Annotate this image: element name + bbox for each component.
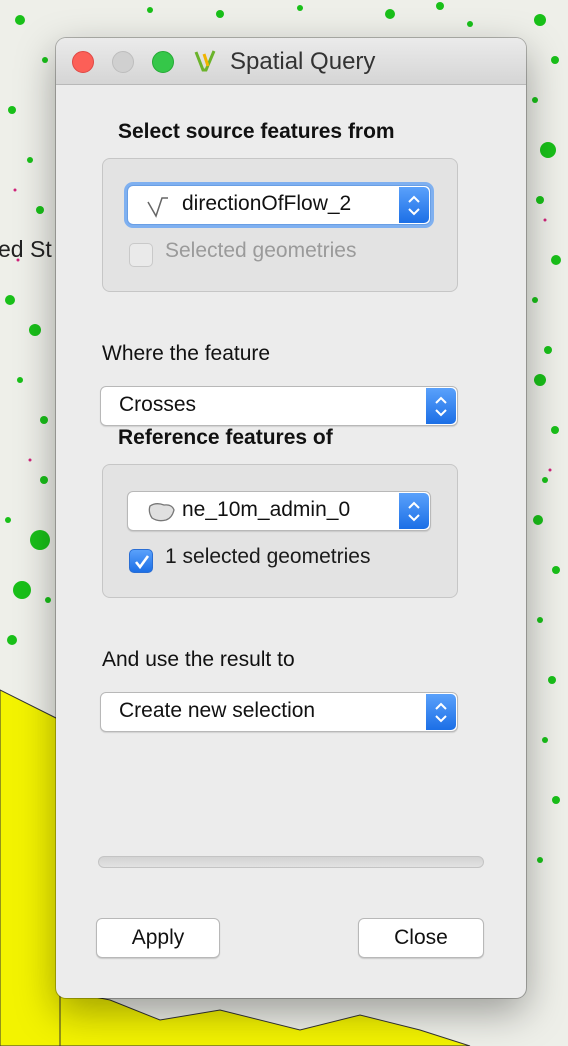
updown-chevron-icon [435,702,447,723]
map-place-label: ed St [0,236,52,262]
source-layer-combo[interactable]: directionOfFlow_2 [127,185,431,225]
source-heading: Select source features from [118,120,395,143]
line-layer-icon [147,197,168,218]
source-layer-value: directionOfFlow_2 [182,192,352,215]
close-window-button[interactable] [72,51,94,73]
updown-chevron-icon [408,501,420,522]
apply-button[interactable]: Apply [96,918,220,958]
result-label: And use the result to [102,648,295,671]
source-selected-geometries-checkbox[interactable] [129,243,153,267]
predicate-value: Crosses [119,393,197,416]
qgis-app-icon [194,50,216,72]
zoom-window-button[interactable] [152,51,174,73]
progress-bar [98,856,484,868]
source-combo-arrow[interactable] [399,187,429,223]
reference-selected-geometries-checkbox[interactable] [129,549,153,573]
result-combo[interactable]: Create new selection [100,692,458,732]
predicate-label: Where the feature [102,342,271,365]
result-value: Create new selection [119,699,316,722]
reference-layer-combo[interactable]: ne_10m_admin_0 [127,491,431,531]
spatial-query-dialog: Spatial Query Select source features fro… [56,38,526,998]
predicate-combo-arrow[interactable] [426,388,456,424]
title-bar[interactable]: Spatial Query [56,38,526,85]
reference-heading: Reference features of [118,426,333,449]
result-combo-arrow[interactable] [426,694,456,730]
source-selected-geometries-label: Selected geometries [165,239,357,262]
window-title: Spatial Query [230,48,376,75]
checkmark-icon [134,555,150,570]
reference-combo-arrow[interactable] [399,493,429,529]
close-button[interactable]: Close [358,918,484,958]
updown-chevron-icon [408,195,420,216]
reference-selected-geometries-label: 1 selected geometries [165,545,371,568]
source-groupbox: directionOfFlow_2 Selected geometries [102,158,458,292]
minimize-window-button[interactable] [112,51,134,73]
polygon-layer-icon [148,503,175,522]
predicate-combo[interactable]: Crosses [100,386,458,426]
reference-layer-value: ne_10m_admin_0 [182,498,351,521]
updown-chevron-icon [435,396,447,417]
reference-groupbox: ne_10m_admin_0 1 selected geometries [102,464,458,598]
